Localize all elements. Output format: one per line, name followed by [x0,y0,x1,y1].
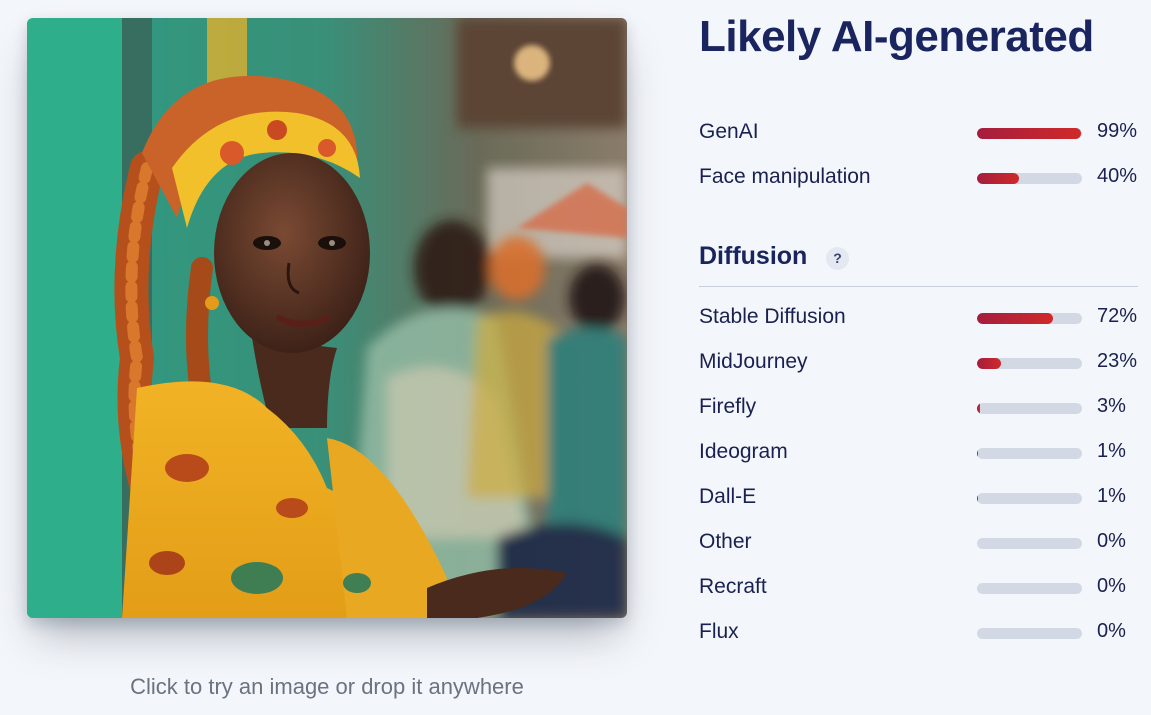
diffusion-label: Stable Diffusion [699,305,846,328]
summary-label: Face manipulation [699,165,871,188]
score-bar-fill [977,173,1019,184]
verdict-title: Likely AI-generated [699,12,1094,61]
score-bar [977,313,1082,324]
score-percent: 3% [1097,395,1126,417]
diffusion-row: Stable Diffusion 72% [699,302,1139,334]
score-bar-fill [977,128,1081,139]
score-bar [977,538,1082,549]
score-percent: 0% [1097,530,1126,552]
diffusion-row: Firefly 3% [699,392,1139,424]
score-percent: 72% [1097,305,1138,327]
score-bar [977,448,1082,459]
score-bar-fill [977,493,979,504]
diffusion-row: Recraft 0% [699,572,1139,604]
score-bar [977,358,1082,369]
section-title-diffusion: Diffusion [699,242,808,270]
diffusion-row: Other 0% [699,527,1139,559]
diffusion-label: Flux [699,620,739,643]
diffusion-label: Other [699,530,752,553]
portrait-image [27,18,627,618]
score-bar [977,628,1082,639]
score-percent: 0% [1097,575,1126,597]
score-bar [977,493,1082,504]
diffusion-row: MidJourney 23% [699,347,1139,379]
score-percent: 23% [1097,350,1138,372]
score-bar [977,583,1082,594]
summary-row: GenAI 99% [699,117,1139,149]
uploaded-image[interactable] [27,18,627,618]
score-bar [977,403,1082,414]
diffusion-row: Flux 0% [699,617,1139,649]
score-percent: 99% [1097,120,1138,142]
upload-hint[interactable]: Click to try an image or drop it anywher… [27,674,627,700]
diffusion-label: MidJourney [699,350,808,373]
diffusion-label: Firefly [699,395,757,418]
score-bar-fill [977,448,979,459]
score-bar [977,128,1082,139]
summary-row: Face manipulation 40% [699,162,1139,194]
diffusion-label: Recraft [699,575,767,598]
help-icon[interactable]: ? [826,247,849,270]
diffusion-label: Dall-E [699,485,757,508]
summary-label: GenAI [699,120,759,143]
score-percent: 1% [1097,440,1126,462]
score-percent: 40% [1097,165,1138,187]
score-bar [977,173,1082,184]
score-bar-fill [977,358,1002,369]
score-percent: 1% [1097,485,1126,507]
diffusion-row: Dall-E 1% [699,482,1139,514]
diffusion-label: Ideogram [699,440,788,463]
diffusion-row: Ideogram 1% [699,437,1139,469]
section-divider [699,286,1138,287]
score-bar-fill [977,403,981,414]
score-bar-fill [977,313,1053,324]
score-percent: 0% [1097,620,1126,642]
